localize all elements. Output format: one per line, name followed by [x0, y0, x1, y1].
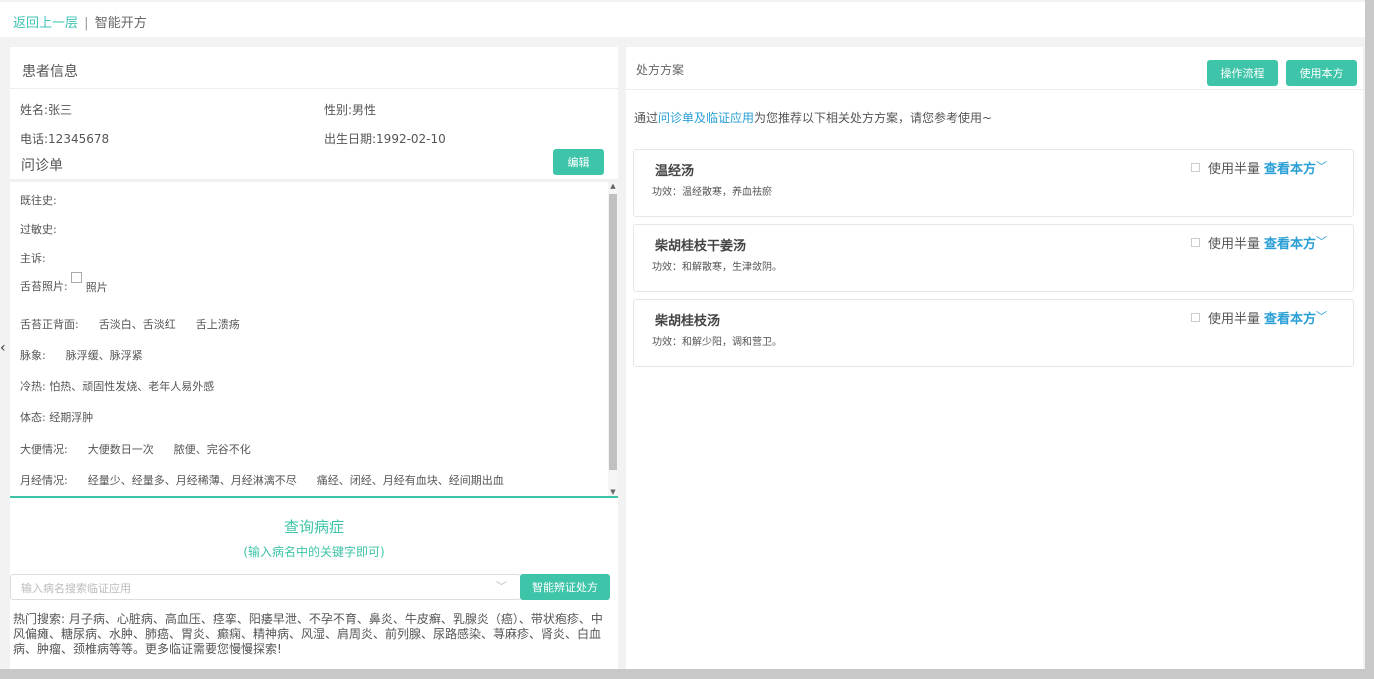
inquiry-scrollbar[interactable]: ▲ ▼	[608, 182, 618, 496]
half-dose-label[interactable]: 使用半量	[1208, 158, 1260, 177]
allergy-history: 过敏史:	[20, 223, 57, 236]
view-prescription-link[interactable]: 查看本方	[1264, 308, 1316, 327]
scroll-down-icon[interactable]: ▼	[609, 488, 617, 496]
breadcrumb-separator: |	[84, 16, 89, 31]
inquiry-content[interactable]: 既往史: 过敏史: 主诉: 舌苔照片: 照片 舌苔正背面: 舌淡白、舌淡红 舌上溃疡…	[10, 179, 618, 498]
menses-value-1: 经量少、经量多、月经稀薄、月经淋漓不尽	[87, 474, 297, 487]
tongue-photo-row: 舌苔照片: 照片	[20, 272, 108, 294]
pulse-value-1: 脉浮缓、脉浮紧	[65, 349, 143, 362]
back-link[interactable]: 返回上一层	[13, 16, 78, 31]
topbar: 返回上一层 | 智能开方	[0, 2, 1365, 37]
prescription-name: 柴胡桂枝干姜汤	[655, 239, 747, 254]
menses-label: 月经情况:	[20, 474, 68, 487]
disease-search-input[interactable]: 输入病名搜索临证应用	[10, 574, 521, 600]
pulse-label: 脉象:	[20, 349, 46, 362]
intro-suffix: 为您推荐以下相关处方方案，请您参考使用~	[754, 111, 993, 125]
chevron-down-icon[interactable]: ﹀	[1316, 158, 1327, 174]
prescription-effect: 功效：和解散寒，生津敛阴。	[652, 262, 782, 273]
tongue-photo-alt: 照片	[85, 281, 108, 294]
pulse-row: 脉象: 脉浮缓、脉浮紧	[20, 347, 143, 363]
tongue-row: 舌苔正背面: 舌淡白、舌淡红 舌上溃疡	[20, 316, 240, 332]
intro-prefix: 通过	[634, 111, 659, 125]
body-row: 体态: 经期浮肿	[20, 411, 94, 424]
patient-name: 姓名:张三	[20, 103, 73, 117]
query-subtitle: (输入病名中的关键字即可)	[243, 545, 385, 559]
chevron-down-icon[interactable]: ﹀	[1316, 308, 1327, 324]
page-title: 智能开方	[94, 16, 147, 31]
use-prescription-button[interactable]: 使用本方	[1286, 60, 1357, 86]
tongue-photo-label: 舌苔照片:	[20, 280, 68, 293]
query-title: 查询病症	[283, 518, 344, 536]
half-dose-checkbox[interactable]	[1191, 313, 1200, 322]
tongue-label: 舌苔正背面:	[20, 318, 79, 331]
prescription-card[interactable]: 柴胡桂枝干姜汤 功效：和解散寒，生津敛阴。 使用半量 查看本方 ﹀	[633, 224, 1354, 292]
chevron-down-icon[interactable]: ﹀	[496, 578, 507, 594]
edit-button[interactable]: 编辑	[553, 149, 604, 175]
plan-intro: 通过问诊单及临证应用为您推荐以下相关处方方案，请您参考使用~	[634, 109, 992, 126]
intro-link[interactable]: 问诊单及临证应用	[658, 111, 754, 125]
right-panel: 处方方案 操作流程 使用本方 通过问诊单及临证应用为您推荐以下相关处方方案，请您…	[626, 47, 1363, 669]
chief-complaint: 主诉:	[20, 252, 46, 265]
header-divider	[626, 89, 1363, 90]
chevron-down-icon[interactable]: ﹀	[1316, 233, 1327, 249]
collapse-left-icon[interactable]: ‹	[0, 340, 6, 356]
half-dose-checkbox[interactable]	[1191, 163, 1200, 172]
left-panel: 患者信息 姓名:张三 性别:男性 电话:12345678 出生日期:1992-0…	[10, 47, 618, 669]
smart-prescribe-button[interactable]: 智能辨证处方	[520, 574, 610, 600]
half-dose-label[interactable]: 使用半量	[1208, 233, 1260, 252]
patient-phone: 电话:12345678	[20, 132, 110, 146]
prescription-effect: 功效：温经散寒，养血祛瘀	[652, 187, 772, 198]
app-window: 返回上一层 | 智能开方 患者信息 姓名:张三 性别:男性 电话:1234567…	[0, 0, 1365, 669]
menses-value-2: 痛经、闭经、月经有血块、经间期出血	[316, 474, 504, 487]
prescription-card[interactable]: 温经汤 功效：温经散寒，养血祛瘀 使用半量 查看本方 ﹀	[633, 149, 1354, 217]
view-prescription-link[interactable]: 查看本方	[1264, 233, 1316, 252]
inquiry-header: 问诊单 编辑	[10, 149, 618, 178]
hot-search-text: 热门搜索: 月子病、心脏病、高血压、痉挛、阳痿早泄、不孕不育、鼻炎、牛皮癣、乳腺…	[13, 612, 603, 656]
plan-header: 处方方案	[636, 63, 685, 77]
flow-button[interactable]: 操作流程	[1207, 60, 1278, 86]
tongue-value-2: 舌上溃疡	[195, 318, 240, 331]
view-prescription-link[interactable]: 查看本方	[1264, 158, 1316, 177]
menses-row: 月经情况: 经量少、经量多、月经稀薄、月经淋漓不尽 痛经、闭经、月经有血块、经间期出…	[20, 472, 504, 488]
stool-label: 大便情况:	[20, 443, 68, 456]
image-broken-icon	[71, 272, 83, 283]
patient-birth: 出生日期:1992-02-10	[324, 132, 446, 146]
stool-row: 大便情况: 大便数日一次 脓便、完谷不化	[20, 441, 251, 457]
prescription-card[interactable]: 柴胡桂枝汤 功效：和解少阳，调和营卫。 使用半量 查看本方 ﹀	[633, 299, 1354, 367]
half-dose-label[interactable]: 使用半量	[1208, 308, 1260, 327]
patient-gender: 性别:男性	[324, 103, 377, 117]
past-history: 既往史:	[20, 194, 57, 207]
prescription-name: 温经汤	[655, 164, 695, 179]
prescription-name: 柴胡桂枝汤	[655, 314, 721, 329]
coldheat-row: 冷热: 怕热、顽固性发烧、老年人易外感	[20, 380, 215, 393]
scroll-up-icon[interactable]: ▲	[609, 182, 617, 190]
scroll-thumb[interactable]	[609, 194, 617, 470]
tongue-value-1: 舌淡白、舌淡红	[98, 318, 176, 331]
patient-info-header: 患者信息	[10, 47, 618, 89]
stool-value-1: 大便数日一次	[87, 443, 154, 456]
half-dose-checkbox[interactable]	[1191, 238, 1200, 247]
prescription-effect: 功效：和解少阳，调和营卫。	[652, 337, 782, 348]
inquiry-title: 问诊单	[21, 158, 63, 174]
stool-value-2: 脓便、完谷不化	[173, 443, 251, 456]
